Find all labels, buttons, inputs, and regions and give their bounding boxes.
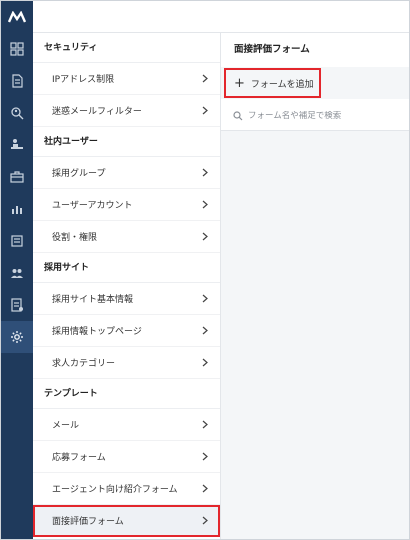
main-panel: 面接評価フォーム + フォームを追加 <box>221 33 409 539</box>
document-icon[interactable] <box>1 65 33 97</box>
chevron-right-icon <box>201 106 208 116</box>
menu-item-label: メール <box>52 421 80 431</box>
menu-item-label: 面接評価フォーム <box>52 517 124 527</box>
chevron-right-icon <box>201 294 208 304</box>
menu-item-roles[interactable]: 役割・権限 <box>33 221 220 253</box>
chevron-right-icon <box>201 516 208 526</box>
page-title: 面接評価フォーム <box>234 44 310 55</box>
nav-rail <box>1 1 33 539</box>
menu-item-recruit-group[interactable]: 採用グループ <box>33 157 220 189</box>
search-icon <box>233 110 243 120</box>
dashboard-icon[interactable] <box>1 33 33 65</box>
menu-item-job-category[interactable]: 求人カテゴリー <box>33 347 220 379</box>
chevron-right-icon <box>201 168 208 178</box>
settings-menu: セキュリティ IPアドレス制限 迷惑メールフィルター 社内ユーザー 採用グループ… <box>33 33 221 539</box>
chevron-right-icon <box>201 420 208 430</box>
logo-mark-icon <box>8 11 26 23</box>
menu-item-top-page[interactable]: 採用情報トップページ <box>33 315 220 347</box>
settings-gear-icon[interactable] <box>1 321 33 353</box>
chevron-right-icon <box>201 358 208 368</box>
menu-item-label: ユーザーアカウント <box>52 201 133 211</box>
menu-item-mail[interactable]: メール <box>33 409 220 441</box>
section-templates: テンプレート <box>33 379 220 409</box>
toolbar: + フォームを追加 <box>221 67 409 99</box>
top-bar <box>1 1 409 33</box>
section-internal-users: 社内ユーザー <box>33 127 220 157</box>
menu-item-spam-filter[interactable]: 迷惑メールフィルター <box>33 95 220 127</box>
section-recruit-site: 採用サイト <box>33 253 220 283</box>
plus-icon: + <box>234 75 245 91</box>
search-bar <box>221 101 409 131</box>
chevron-right-icon <box>201 484 208 494</box>
form-list-area <box>221 131 409 539</box>
search-input[interactable] <box>248 110 398 121</box>
chevron-right-icon <box>201 74 208 84</box>
menu-item-interview-evaluation-form[interactable]: 面接評価フォーム <box>33 505 220 537</box>
app-window: セキュリティ IPアドレス制限 迷惑メールフィルター 社内ユーザー 採用グループ… <box>0 0 410 540</box>
interview-icon[interactable] <box>1 129 33 161</box>
menu-item-site-basic-info[interactable]: 採用サイト基本情報 <box>33 283 220 315</box>
menu-item-label: 採用グループ <box>52 169 106 179</box>
news-icon[interactable] <box>1 225 33 257</box>
menu-item-label: 迷惑メールフィルター <box>52 107 142 117</box>
menu-item-agent-referral-form[interactable]: エージェント向け紹介フォーム <box>33 473 220 505</box>
menu-item-label: 役割・権限 <box>52 233 98 243</box>
menu-item-application-form[interactable]: 応募フォーム <box>33 441 220 473</box>
app-logo[interactable] <box>1 1 33 33</box>
briefcase-icon[interactable] <box>1 161 33 193</box>
menu-item-label: 採用サイト基本情報 <box>52 295 134 305</box>
add-form-label: フォームを追加 <box>250 79 314 90</box>
add-form-button[interactable]: + フォームを追加 <box>224 68 321 98</box>
candidate-search-icon[interactable] <box>1 97 33 129</box>
analytics-icon[interactable] <box>1 193 33 225</box>
menu-item-label: 求人カテゴリー <box>52 359 116 369</box>
menu-item-ip-restriction[interactable]: IPアドレス制限 <box>33 63 220 95</box>
menu-item-label: 採用情報トップページ <box>52 327 142 337</box>
form-list-icon[interactable] <box>1 289 33 321</box>
chevron-right-icon <box>201 232 208 242</box>
menu-item-label: エージェント向け紹介フォーム <box>52 485 178 495</box>
chevron-right-icon <box>201 326 208 336</box>
chevron-right-icon <box>201 452 208 462</box>
users-icon[interactable] <box>1 257 33 289</box>
menu-item-user-account[interactable]: ユーザーアカウント <box>33 189 220 221</box>
chevron-right-icon <box>201 200 208 210</box>
menu-item-label: IPアドレス制限 <box>52 75 115 85</box>
menu-item-label: 応募フォーム <box>52 453 106 463</box>
section-security: セキュリティ <box>33 33 220 63</box>
